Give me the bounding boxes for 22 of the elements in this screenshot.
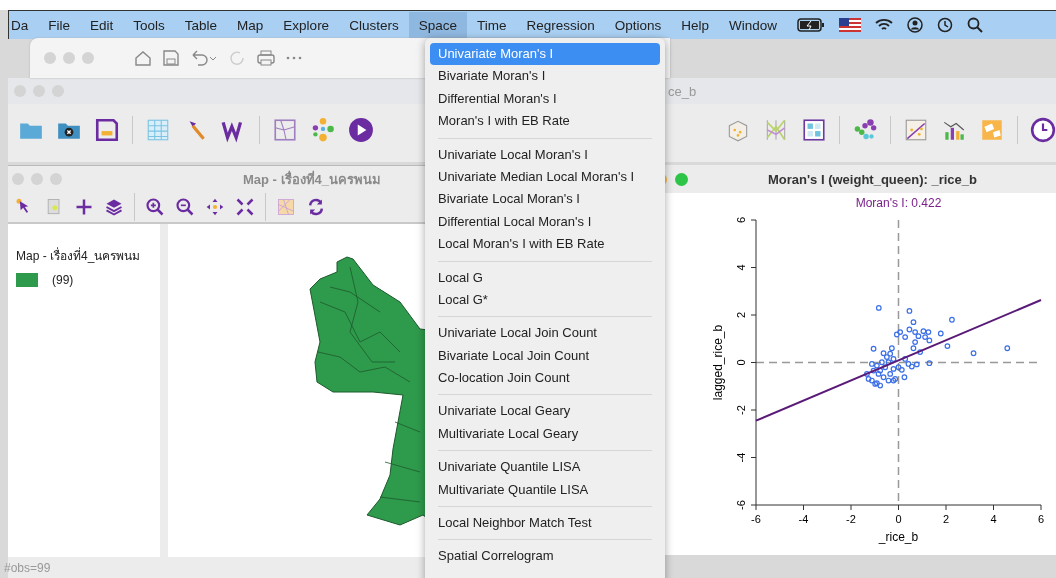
y-tick-label: 2 (735, 311, 747, 319)
y-tick-label: 6 (735, 216, 747, 224)
window-title: Moran's I (weight_queen): _rice_b (768, 171, 977, 187)
y-axis-label: lagged_rice_b (711, 324, 725, 401)
x-tick-label: 6 (1037, 513, 1045, 525)
y-tick-label: -2 (735, 405, 747, 415)
x-tick-label: -4 (798, 513, 809, 525)
y-tick-label: 0 (735, 359, 747, 366)
chart-title: Moran's I: 0.422 (855, 196, 942, 210)
window-title: ce_b (668, 83, 697, 99)
legend-title: Map - เรื่องที่4_นครพนม (16, 246, 142, 265)
x-axis-label: _rice_b (878, 530, 919, 544)
y-tick-label: -6 (735, 500, 747, 510)
window-title: Map - เรื่องที่4_นครพนม (243, 169, 381, 189)
y-tick-label: 4 (735, 264, 747, 271)
x-tick-label: -2 (846, 513, 856, 525)
y-tick-label: -4 (735, 452, 747, 463)
x-tick-label: 4 (990, 513, 997, 525)
x-tick-label: 2 (942, 513, 950, 525)
x-tick-label: 0 (895, 513, 902, 525)
x-tick-label: -6 (751, 513, 761, 525)
legend-label: (99) (52, 272, 74, 287)
